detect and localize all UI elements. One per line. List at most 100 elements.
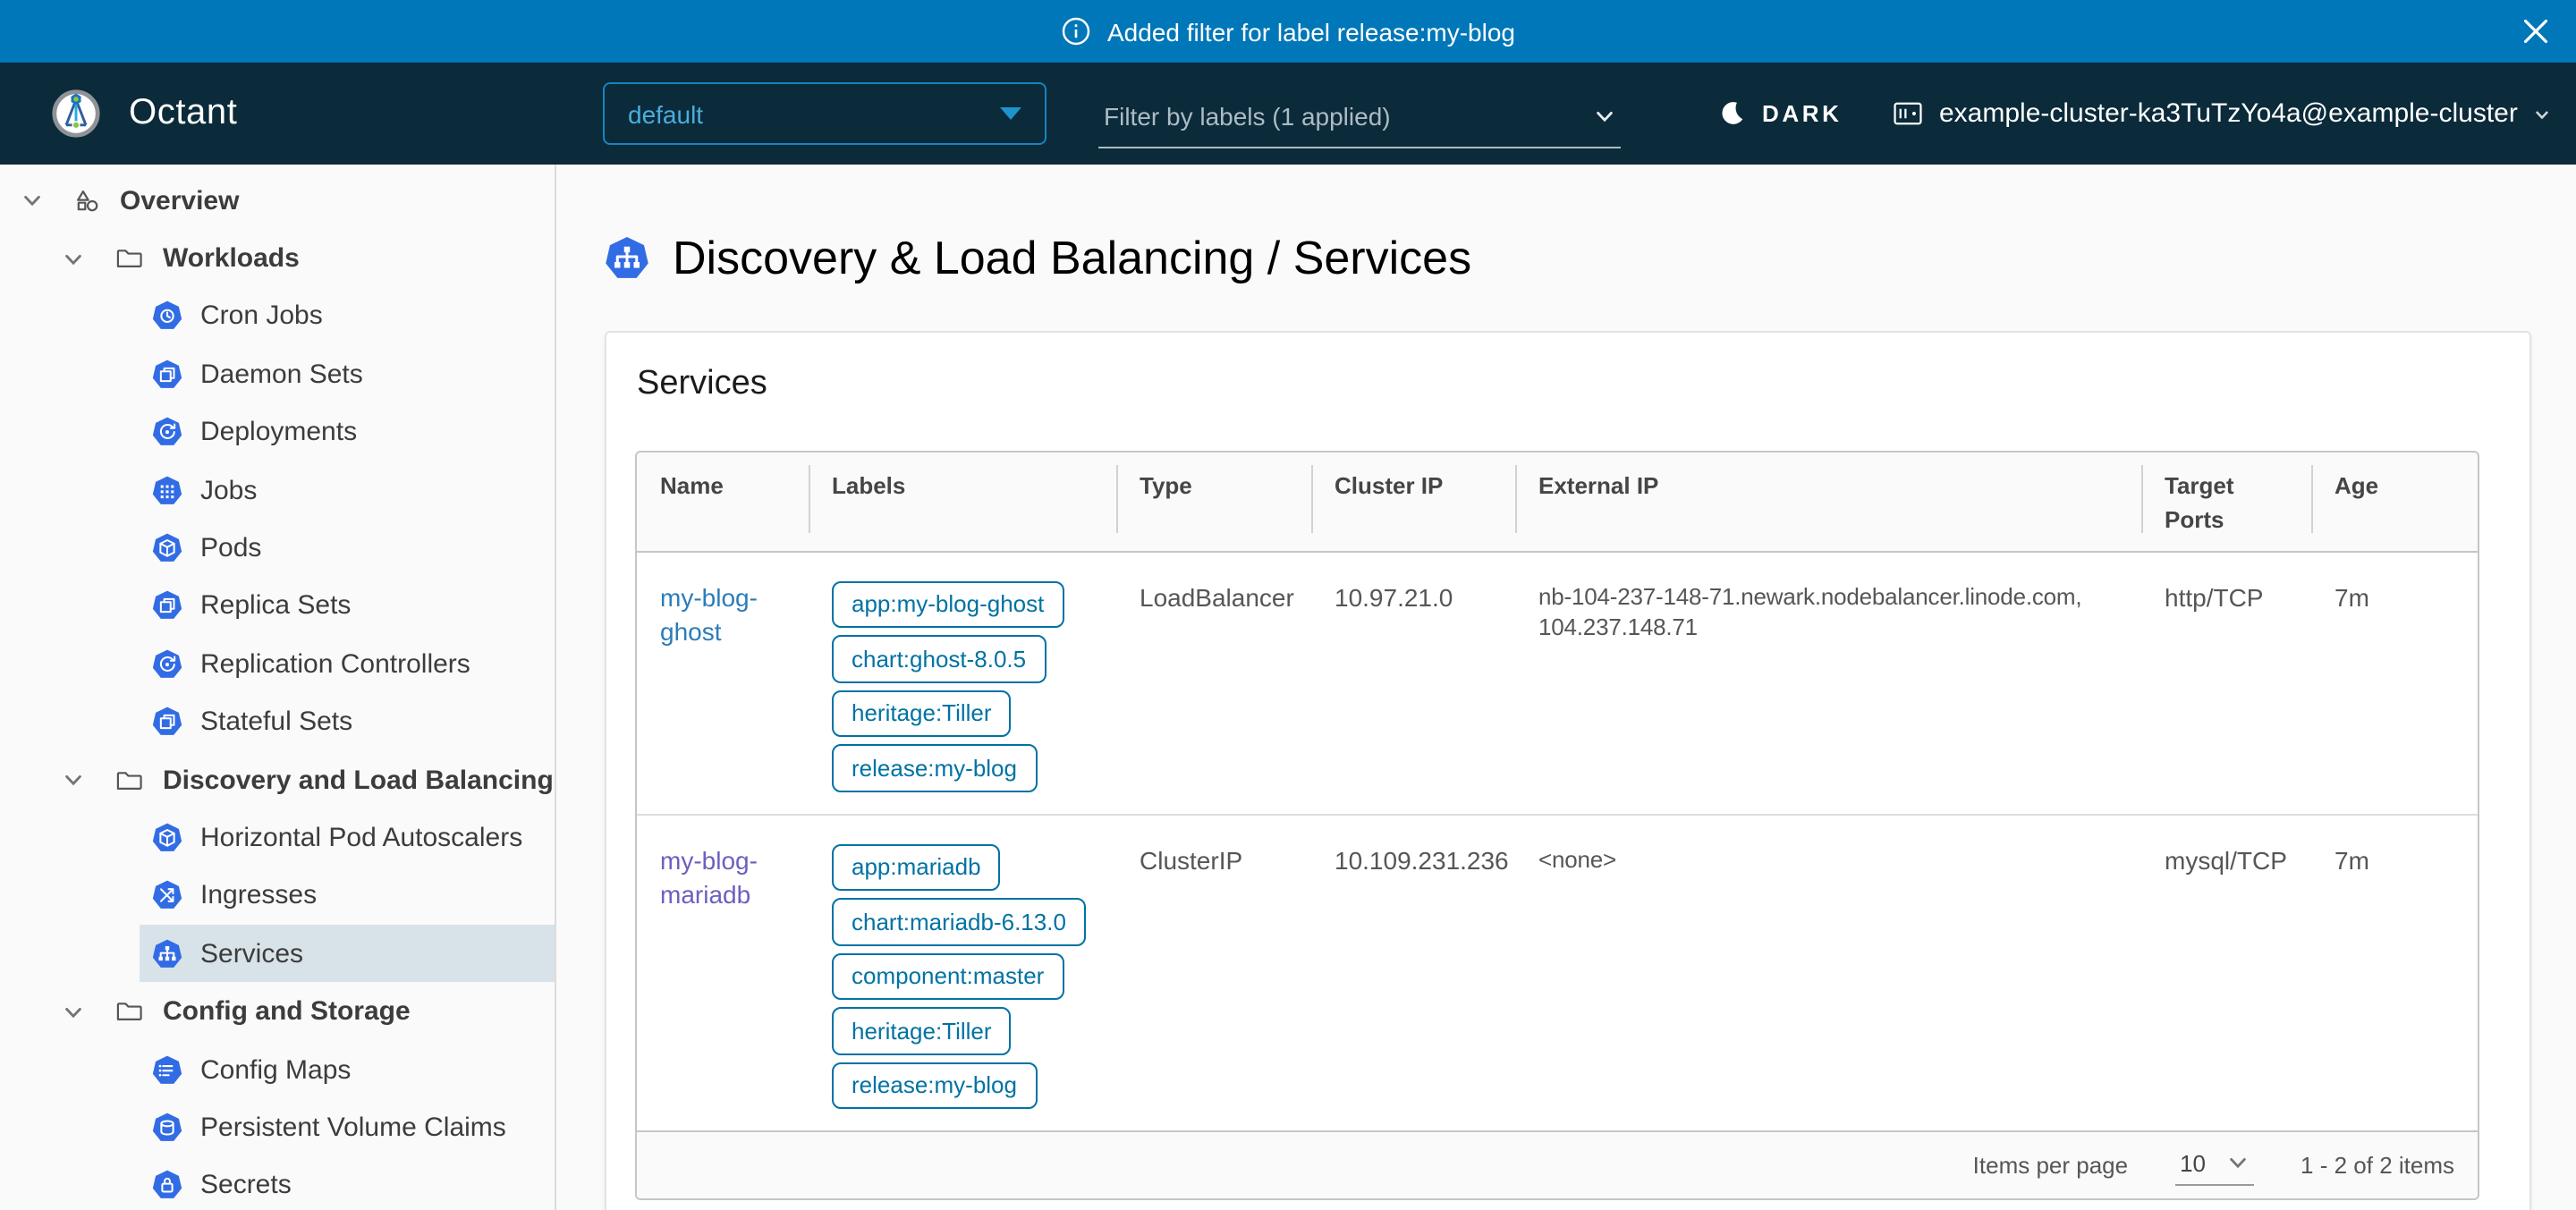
column-header-cluster-ip: Cluster IP <box>1311 453 1515 552</box>
sidebar-item-label: Ingresses <box>200 881 317 911</box>
sidebar-item-label: Daemon Sets <box>200 360 363 390</box>
sidebar-item-label: Pods <box>200 533 261 563</box>
config-maps-icon <box>152 1054 182 1085</box>
namespace-dropdown[interactable]: default <box>603 82 1046 145</box>
column-header-labels: Labels <box>809 453 1116 552</box>
chevron-down-icon[interactable] <box>21 190 43 211</box>
age: 7m <box>2311 813 2478 1130</box>
sidebar-item-services[interactable]: Services <box>140 925 556 983</box>
sidebar-item-jobs[interactable]: Jobs <box>140 461 556 520</box>
column-header-target-ports: Target Ports <box>2141 453 2311 552</box>
chevron-down-icon <box>2227 1152 2249 1173</box>
target-ports: http/TCP <box>2141 552 2311 813</box>
info-icon <box>1061 16 1091 47</box>
replica-sets-icon <box>152 591 182 622</box>
cluster-icon <box>1893 100 1923 127</box>
table-row: my-blog-ghost app:my-blog-ghost chart:ghos… <box>637 552 2478 813</box>
cluster-ip: 10.109.231.236 <box>1311 813 1515 1130</box>
page-size-select[interactable]: 10 <box>2174 1146 2254 1185</box>
brand: Octant <box>47 63 237 165</box>
label-pill[interactable]: heritage:Tiller <box>832 1007 1012 1054</box>
secrets-icon <box>152 1171 182 1201</box>
sidebar-item-deployments[interactable]: Deployments <box>140 403 556 461</box>
sidebar-item-label: Deployments <box>200 418 357 448</box>
overview-icon <box>72 185 102 216</box>
services-card: Services NameLabelsTypeCluster IPExterna… <box>605 331 2531 1210</box>
sidebar-item-label: Horizontal Pod Autoscalers <box>200 823 522 853</box>
persistent-volume-claims-icon <box>152 1113 182 1143</box>
label-pill[interactable]: chart:ghost-8.0.5 <box>832 635 1046 682</box>
page-size-value: 10 <box>2180 1149 2206 1176</box>
notification-bar: Added filter for label release:my-blog <box>0 0 2576 63</box>
folder-icon <box>114 243 145 274</box>
top-header: Octant default Filter by labels (1 appli… <box>0 63 2576 165</box>
sidebar-item-discovery-and-load-balancing[interactable]: Discovery and Load Balancing <box>0 751 555 809</box>
card-title: Services <box>637 365 2479 404</box>
octant-logo <box>47 84 106 143</box>
sidebar-item-config-maps[interactable]: Config Maps <box>140 1041 556 1099</box>
sidebar-item-stateful-sets[interactable]: Stateful Sets <box>140 693 556 751</box>
stateful-sets-icon <box>152 707 182 737</box>
screen: Added filter for label release:my-blog O… <box>0 0 2576 1210</box>
external-ip: nb-104-237-148-71.newark.nodebalancer.li… <box>1515 552 2141 813</box>
label-pill[interactable]: heritage:Tiller <box>832 690 1012 737</box>
sidebar-item-label: Jobs <box>200 475 257 505</box>
sidebar-item-persistent-volume-claims[interactable]: Persistent Volume Claims <box>140 1099 556 1157</box>
close-icon[interactable] <box>2519 15 2551 47</box>
sidebar-item-replica-sets[interactable]: Replica Sets <box>140 577 556 635</box>
sidebar-item-label: Stateful Sets <box>200 707 352 737</box>
age: 7m <box>2311 552 2478 813</box>
items-per-page-label: Items per page <box>1973 1152 2128 1179</box>
caret-down-icon <box>1000 107 1021 120</box>
theme-toggle[interactable]: DARK <box>1719 63 1843 165</box>
sidebar-item-replication-controllers[interactable]: Replication Controllers <box>140 635 556 693</box>
cluster-ip: 10.97.21.0 <box>1311 552 1515 813</box>
horizontal-pod-autoscalers-icon <box>152 823 182 853</box>
label-pill[interactable]: component:master <box>832 952 1063 1000</box>
sidebar-item-horizontal-pod-autoscalers[interactable]: Horizontal Pod Autoscalers <box>140 809 556 867</box>
moon-icon <box>1719 100 1746 127</box>
sidebar-item-secrets[interactable]: Secrets <box>140 1156 556 1210</box>
app-body: OverviewWorkloads Cron Jobs Daemon Sets Dep… <box>0 165 2576 1210</box>
pods-icon <box>152 533 182 563</box>
service-name-link[interactable]: my-blog-mariadb <box>660 845 758 908</box>
service-name-link[interactable]: my-blog-ghost <box>660 582 758 645</box>
label-pill[interactable]: release:my-blog <box>832 744 1037 791</box>
chevron-down-icon[interactable] <box>63 248 84 269</box>
deployments-icon <box>152 418 182 448</box>
namespace-value: default <box>628 99 703 128</box>
main-content: Discovery & Load Balancing / Services Se… <box>556 165 2576 1210</box>
label-pill[interactable]: chart:mariadb-6.13.0 <box>832 898 1086 945</box>
sidebar-item-ingresses[interactable]: Ingresses <box>140 867 556 925</box>
octant-app: Added filter for label release:my-blog O… <box>0 0 2576 1210</box>
sidebar-item-cron-jobs[interactable]: Cron Jobs <box>140 288 556 346</box>
external-ip: <none> <box>1515 813 2141 1130</box>
chevron-down-icon[interactable] <box>63 1001 84 1022</box>
app-title: Octant <box>129 93 237 134</box>
chevron-down-icon[interactable] <box>63 769 84 791</box>
label-pill[interactable]: release:my-blog <box>832 1062 1037 1109</box>
sidebar-item-label: Config Maps <box>200 1054 351 1085</box>
sidebar-item-config-and-storage[interactable]: Config and Storage <box>0 983 555 1041</box>
sidebar-item-workloads[interactable]: Workloads <box>0 230 555 288</box>
replication-controllers-icon <box>152 649 182 680</box>
sidebar-item-label: Replica Sets <box>200 591 351 622</box>
chevron-down-icon <box>2534 105 2552 123</box>
services-icon <box>152 939 182 969</box>
label-filter-text: Filter by labels (1 applied) <box>1104 102 1391 131</box>
sidebar-item-daemon-sets[interactable]: Daemon Sets <box>140 345 556 403</box>
pagination-range: 1 - 2 of 2 items <box>2301 1152 2454 1179</box>
sidebar-item-pods[interactable]: Pods <box>140 520 556 578</box>
services-table: NameLabelsTypeCluster IPExternal IPTarge… <box>637 453 2478 1130</box>
sidebar-nav: OverviewWorkloads Cron Jobs Daemon Sets Dep… <box>0 165 556 1210</box>
sidebar-item-overview[interactable]: Overview <box>0 172 555 230</box>
cluster-selector[interactable]: example-cluster-ka3TuTzYo4a@example-clus… <box>1893 63 2552 165</box>
label-pill[interactable]: app:mariadb <box>832 843 1001 891</box>
service-type: ClusterIP <box>1116 813 1311 1130</box>
sidebar-item-label: Cron Jobs <box>200 301 323 332</box>
label-pill[interactable]: app:my-blog-ghost <box>832 580 1063 628</box>
label-filter-dropdown[interactable]: Filter by labels (1 applied) <box>1098 86 1621 148</box>
daemon-sets-icon <box>152 360 182 390</box>
sidebar-item-label: Secrets <box>200 1171 292 1201</box>
sidebar-item-label: Replication Controllers <box>200 649 470 680</box>
